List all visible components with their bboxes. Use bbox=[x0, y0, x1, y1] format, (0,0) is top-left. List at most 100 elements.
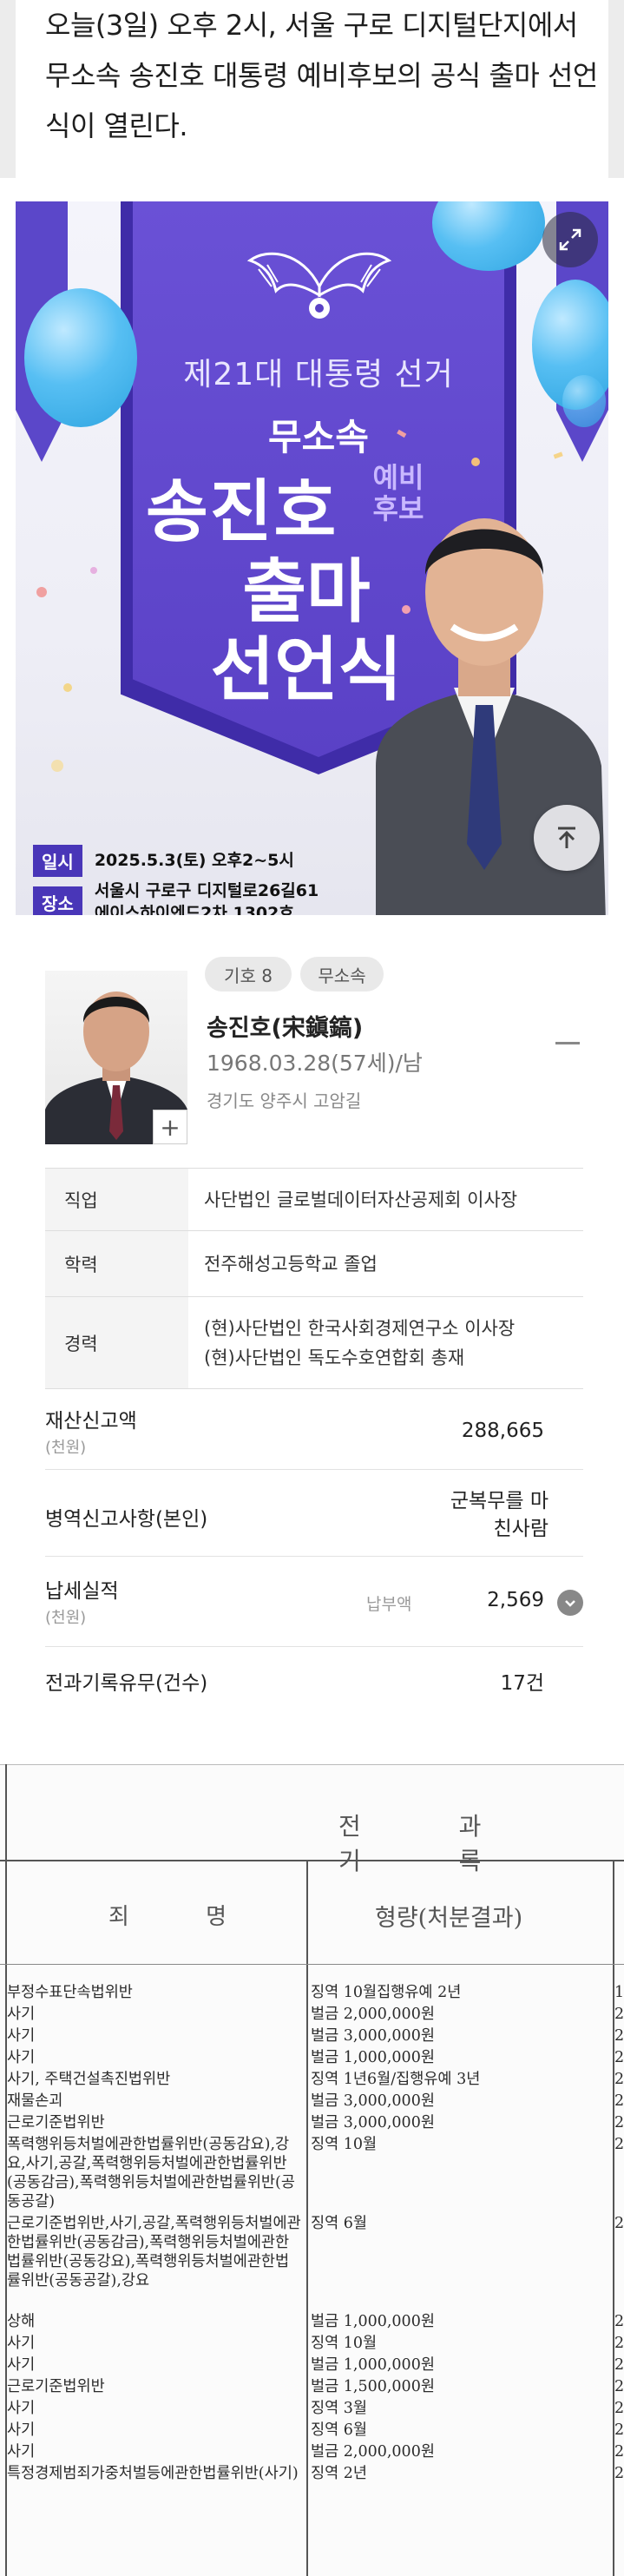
collapse-icon[interactable] bbox=[555, 1042, 580, 1044]
gutter-left bbox=[0, 0, 16, 178]
tax-expand-icon[interactable] bbox=[557, 1590, 583, 1616]
candidate-address: 경기도 양주시 고암길 bbox=[207, 1090, 362, 1111]
record-penalty: 징역 6월 bbox=[311, 2215, 367, 2232]
military-label: 병역신고사항(본인) bbox=[45, 1508, 208, 1531]
record-penalty: 징역 10월 bbox=[311, 2136, 378, 2153]
profile-value: (현)사단법인 한국사회경제연구소 이사장 (현)사단법인 독도수호연합회 총재 bbox=[188, 1297, 583, 1388]
record-tail: 2 bbox=[614, 2092, 624, 2110]
record-penalty: 징역 3월 bbox=[311, 2400, 367, 2417]
property-row: 재산신고액 (천원) 288,665 bbox=[45, 1393, 583, 1470]
record-tail: 2 bbox=[614, 2071, 624, 2088]
place-line1: 서울시 구로구 디지털로26길61 bbox=[94, 881, 319, 900]
poster-place-row: 장소 서울시 구로구 디지털로26길61 에이스하이엔드2차 1302호 bbox=[33, 880, 319, 915]
record-penalty: 벌금 2,000,000원 bbox=[311, 2006, 435, 2023]
col-penalty-header: 형량(처분결과) bbox=[375, 1905, 523, 1932]
record-crime: 폭력행위등처벌에관한법률위반(공동감요),강요,사기,공갈,폭력행위등처벌에관한… bbox=[7, 2136, 295, 2210]
profile-row: 직업 사단법인 글로벌데이터자산공제회 이사장 bbox=[45, 1169, 583, 1231]
record-row: 전과기록유무(건수) 17건 bbox=[45, 1647, 583, 1716]
record-tail: 2 bbox=[614, 2136, 624, 2153]
campaign-poster-image[interactable]: 제21대 대통령 선거 무소속 송진호 예비후보 출마 선언식 일시 2025.… bbox=[16, 201, 608, 915]
military-value-line: 친사람 bbox=[493, 1518, 548, 1540]
doc-header: 전 과 기 록 bbox=[338, 1812, 527, 1875]
property-value: 288,665 bbox=[461, 1420, 544, 1442]
record-crime: 사기 bbox=[7, 2049, 36, 2066]
record-crime: 사기 bbox=[7, 2443, 36, 2461]
profile-value-line: 전주해성고등학교 졸업 bbox=[204, 1253, 378, 1275]
record-penalty: 징역 2년 bbox=[311, 2465, 367, 2482]
poster-date-row: 일시 2025.5.3(토) 오후2~5시 bbox=[33, 844, 294, 877]
record-tail: 2 bbox=[614, 2313, 624, 2330]
scroll-to-top-icon[interactable] bbox=[534, 805, 600, 871]
property-unit: (천원) bbox=[45, 1439, 87, 1457]
profile-value-line: (현)사단법인 독도수호연합회 총재 bbox=[204, 1347, 465, 1368]
military-value: 군복무를 마 친사람 bbox=[450, 1487, 548, 1543]
record-tail: 2 bbox=[614, 2421, 624, 2439]
record-penalty: 벌금 3,000,000원 bbox=[311, 2027, 435, 2045]
tax-sub-label: 납부액 bbox=[366, 1595, 412, 1614]
date-tag: 일시 bbox=[33, 844, 82, 877]
profile-value-line: 사단법인 글로벌데이터자산공제회 이사장 bbox=[204, 1189, 518, 1210]
record-tail: 2 bbox=[614, 2378, 624, 2395]
record-tail: 2 bbox=[614, 2049, 624, 2066]
record-tail: 2 bbox=[614, 2006, 624, 2023]
record-penalty: 벌금 1,000,000원 bbox=[311, 2356, 435, 2374]
record-label: 전과기록유무(건수) bbox=[45, 1672, 208, 1695]
expand-icon[interactable] bbox=[542, 212, 598, 267]
record-crime: 상해 bbox=[7, 2313, 36, 2330]
candidate-birth: 1968.03.28(57세)/남 bbox=[207, 1051, 423, 1076]
place-tag: 장소 bbox=[33, 886, 82, 915]
record-crime: 근로기준법위반 bbox=[7, 2114, 105, 2131]
add-photo-icon[interactable]: + bbox=[153, 1110, 187, 1144]
criminal-record-document: 전 과 기 록 죄 명 형량(처분결과) 부정수표단속법위반 징역 10월집행유예… bbox=[0, 1764, 624, 2576]
record-penalty: 벌금 1,000,000원 bbox=[311, 2313, 435, 2330]
record-tail: 2 bbox=[614, 2027, 624, 2045]
record-penalty: 벌금 3,000,000원 bbox=[311, 2092, 435, 2110]
military-value-line: 군복무를 마 bbox=[450, 1490, 548, 1512]
col-crime-header: 죄 명 bbox=[108, 1904, 262, 1930]
date-value: 2025.5.3(토) 오후2~5시 bbox=[94, 851, 294, 870]
profile-table: 직업 사단법인 글로벌데이터자산공제회 이사장 학력 전주해성고등학교 졸업 경… bbox=[45, 1168, 583, 1389]
profile-value: 전주해성고등학교 졸업 bbox=[188, 1231, 583, 1296]
profile-row: 경력 (현)사단법인 한국사회경제연구소 이사장 (현)사단법인 독도수호연합회… bbox=[45, 1297, 583, 1389]
candidate-info-card: 기호 8 무소속 + 송진호(宋鎭鎬) 1968.03.28(57세)/남 경기… bbox=[0, 938, 624, 1719]
record-penalty: 벌금 3,000,000원 bbox=[311, 2114, 435, 2131]
record-crime: 사기 bbox=[7, 2356, 36, 2374]
record-penalty: 벌금 1,000,000원 bbox=[311, 2049, 435, 2066]
record-penalty: 벌금 1,500,000원 bbox=[311, 2378, 435, 2395]
record-tail: 2 bbox=[614, 2356, 624, 2374]
profile-key: 경력 bbox=[45, 1297, 188, 1388]
record-count: 17건 bbox=[500, 1672, 544, 1695]
tax-value: 2,569 bbox=[487, 1589, 544, 1611]
record-crime: 근로기준법위반 bbox=[7, 2378, 105, 2395]
tax-label: 납세실적 bbox=[45, 1580, 119, 1603]
record-tail: 2 bbox=[614, 2335, 624, 2352]
record-penalty: 징역 10월집행유예 2년 bbox=[311, 1984, 462, 2001]
candidate-name: 송진호(宋鎭鎬) bbox=[207, 1015, 364, 1042]
article-paragraph: 오늘(3일) 오후 2시, 서울 구로 디지털단지에서 무소속 송진호 대통령 … bbox=[45, 9, 598, 142]
record-crime: 부정수표단속법위반 bbox=[7, 1984, 133, 2001]
record-tail: 1 bbox=[614, 1984, 624, 2001]
profile-row: 학력 전주해성고등학교 졸업 bbox=[45, 1231, 583, 1297]
military-row: 병역신고사항(본인) 군복무를 마 친사람 bbox=[45, 1470, 583, 1557]
record-tail: 2 bbox=[614, 2114, 624, 2131]
record-crime: 사기 bbox=[7, 2027, 36, 2045]
gutter-right bbox=[608, 0, 624, 178]
record-tail: 2 bbox=[614, 2215, 624, 2232]
profile-key: 학력 bbox=[45, 1231, 188, 1296]
record-crime: 사기, 주택건설촉진법위반 bbox=[7, 2071, 171, 2088]
record-crime: 사기 bbox=[7, 2400, 36, 2417]
party-chip: 무소속 bbox=[300, 957, 384, 992]
doc-rule-header bbox=[0, 1860, 624, 1861]
article-intro: 오늘(3일) 오후 2시, 서울 구로 디지털단지에서 무소속 송진호 대통령 … bbox=[0, 0, 624, 178]
doc-rule-mid bbox=[306, 1860, 308, 2576]
profile-value: 사단법인 글로벌데이터자산공제회 이사장 bbox=[188, 1169, 583, 1230]
record-penalty: 벌금 2,000,000원 bbox=[311, 2443, 435, 2461]
record-crime: 사기 bbox=[7, 2006, 36, 2023]
tax-unit: (천원) bbox=[45, 1609, 87, 1627]
doc-rule-columns bbox=[0, 1964, 624, 1965]
record-crime: 재물손괴 bbox=[7, 2092, 63, 2110]
place-line2: 에이스하이엔드2차 1302호 bbox=[94, 904, 294, 915]
property-label: 재산신고액 bbox=[45, 1410, 137, 1433]
record-crime: 사기 bbox=[7, 2335, 36, 2352]
record-penalty: 징역 1년6월/집행유예 3년 bbox=[311, 2071, 481, 2088]
